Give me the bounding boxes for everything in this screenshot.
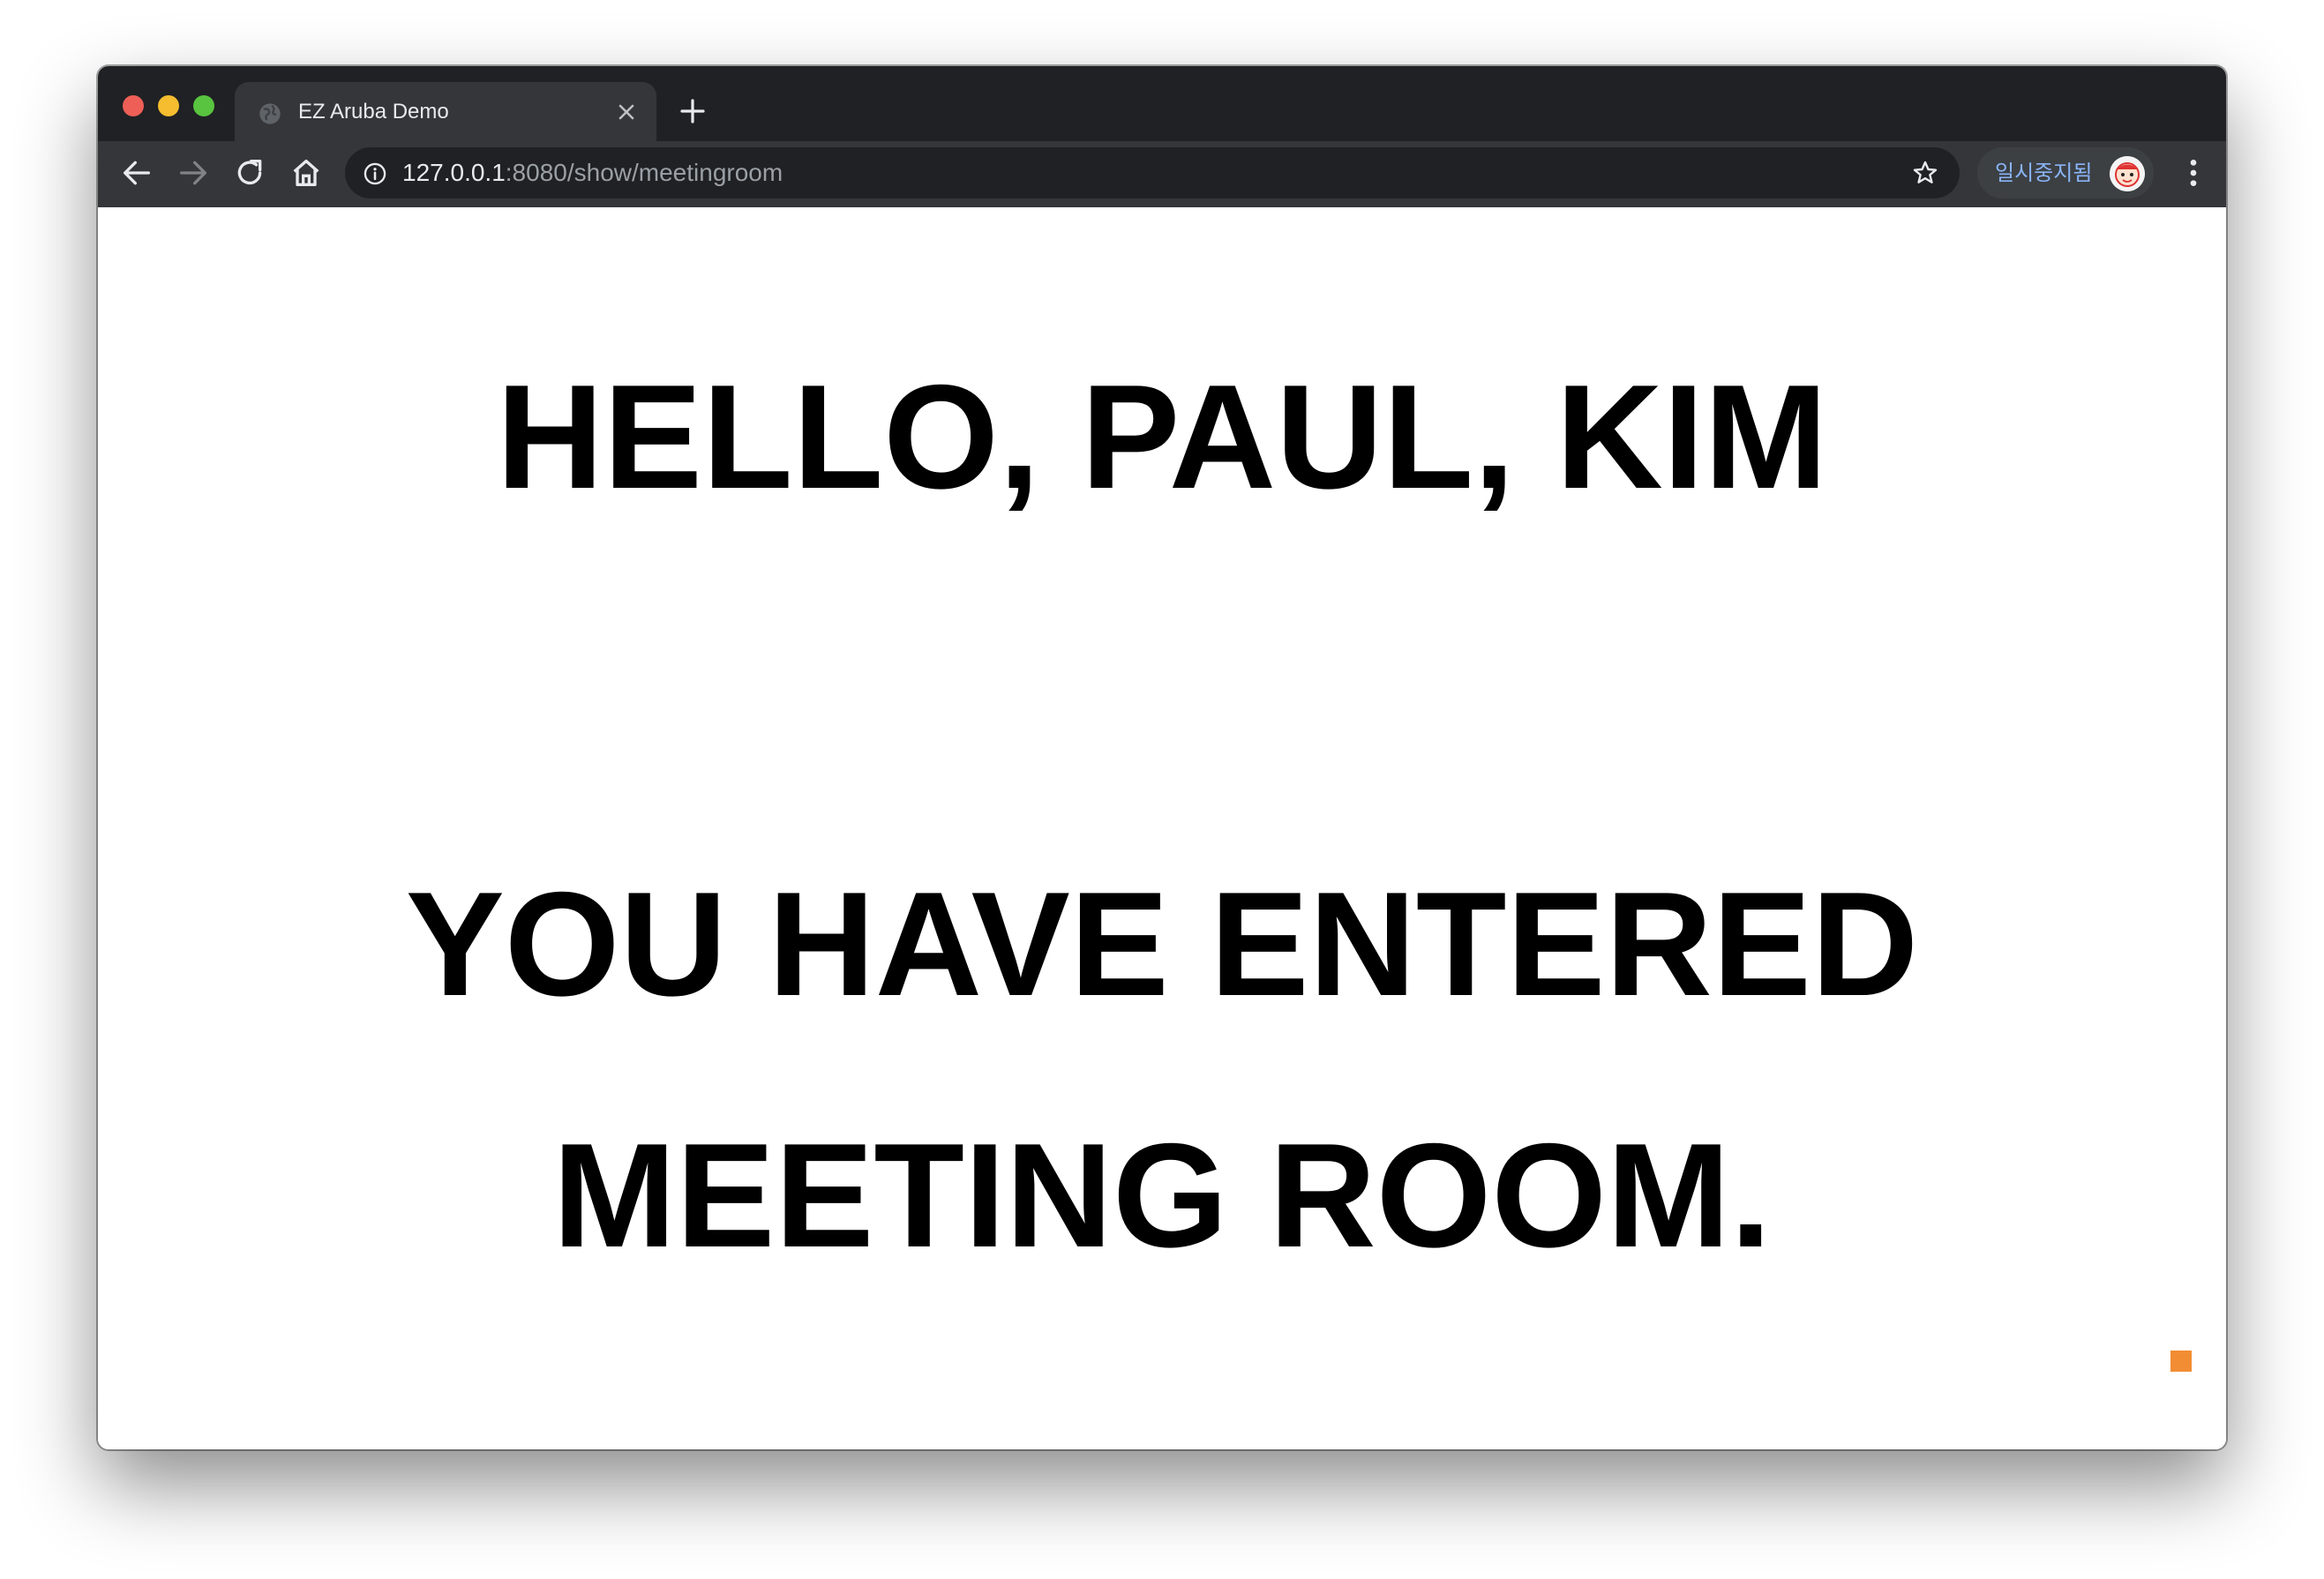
- url-text[interactable]: 127.0.0.1:8080/show/meetingroom: [402, 158, 783, 188]
- reload-icon[interactable]: [232, 155, 267, 191]
- more-menu-icon[interactable]: [2176, 155, 2211, 191]
- tab-title: EZ Aruba Demo: [298, 100, 449, 123]
- status-indicator: [2170, 1351, 2192, 1372]
- avatar: [2110, 156, 2145, 191]
- address-bar[interactable]: 127.0.0.1:8080/show/meetingroom: [345, 147, 1960, 198]
- bookmark-star-icon[interactable]: [1911, 159, 1939, 187]
- meeting-room-heading: MEETING ROOM.: [552, 1112, 1772, 1278]
- site-info-icon[interactable]: [363, 161, 387, 186]
- tab-strip: EZ Aruba Demo: [98, 66, 2226, 141]
- browser-window: EZ Aruba Demo 127.0.0.1:8080/show/meetin…: [98, 66, 2226, 1449]
- new-tab-icon[interactable]: [678, 97, 707, 125]
- url-path: :8080/show/meetingroom: [505, 159, 783, 186]
- close-window-button[interactable]: [123, 95, 144, 116]
- page-content: HELLO, PAUL, KIM YOU HAVE ENTERED MEETIN…: [98, 207, 2226, 1449]
- profile-status-label: 일시중지됨: [1995, 161, 2093, 185]
- tab-ez-aruba-demo[interactable]: EZ Aruba Demo: [235, 82, 656, 141]
- globe-icon: [259, 103, 281, 124]
- profile-button[interactable]: 일시중지됨: [1977, 147, 2154, 198]
- close-tab-icon[interactable]: [614, 100, 639, 124]
- browser-toolbar: 127.0.0.1:8080/show/meetingroom 일시중지됨: [98, 141, 2226, 207]
- entered-heading: YOU HAVE ENTERED: [405, 861, 1919, 1027]
- greeting-heading: HELLO, PAUL, KIM: [496, 354, 1828, 520]
- maximize-window-button[interactable]: [193, 95, 214, 116]
- home-icon[interactable]: [289, 155, 324, 191]
- url-host: 127.0.0.1: [402, 159, 506, 186]
- back-arrow-icon[interactable]: [119, 155, 154, 191]
- minimize-window-button[interactable]: [158, 95, 179, 116]
- forward-arrow-icon[interactable]: [176, 155, 211, 191]
